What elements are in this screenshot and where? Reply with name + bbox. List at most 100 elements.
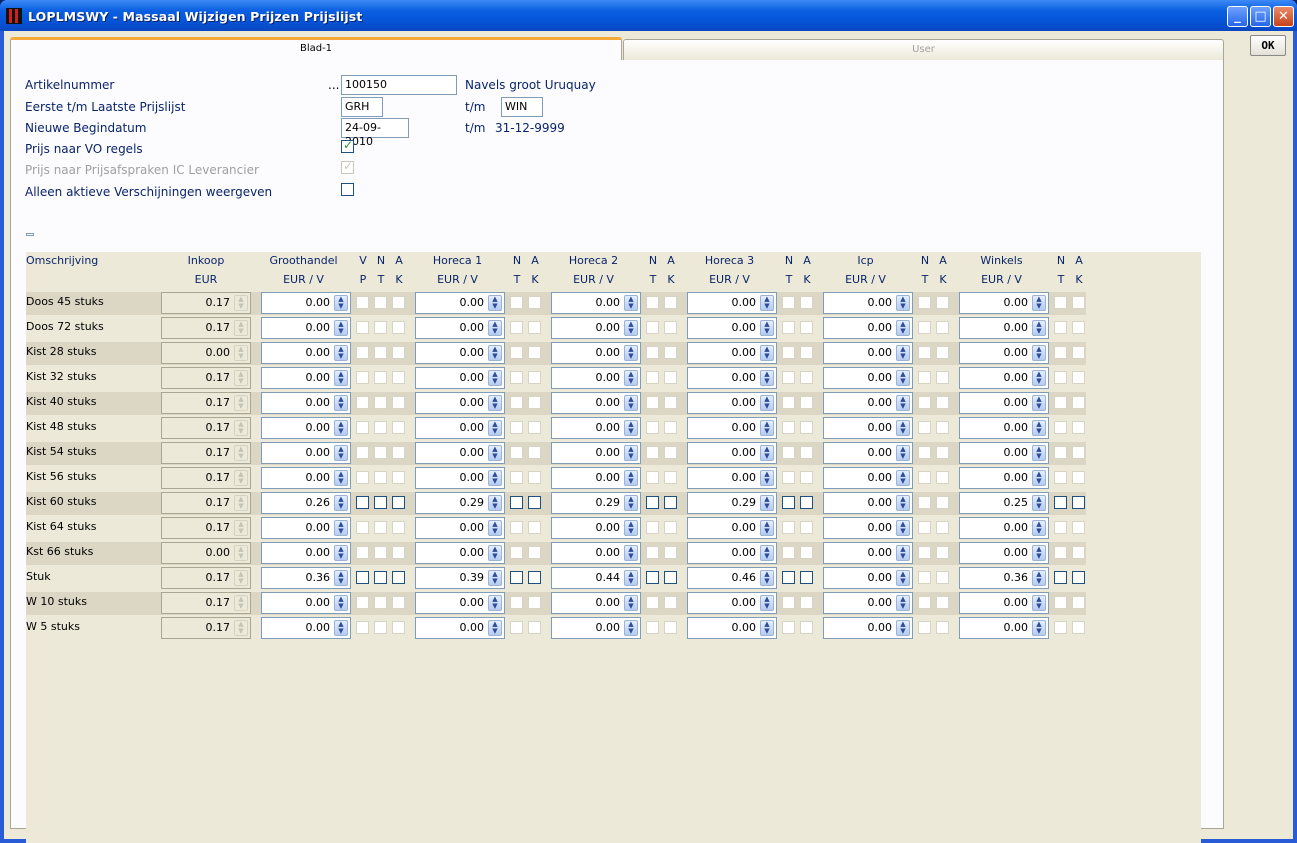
spin-arrows-icon[interactable]: ▲ ▼ xyxy=(896,345,910,361)
flag-checkbox[interactable] xyxy=(918,346,931,359)
flag-checkbox[interactable] xyxy=(510,446,523,459)
spin-arrows-icon[interactable]: ▲ ▼ xyxy=(1032,620,1046,636)
flag-checkbox[interactable] xyxy=(1072,321,1085,334)
price-field[interactable]: 0.00 ▲ ▼ xyxy=(959,592,1049,614)
price-field[interactable]: 0.00 ▲ ▼ xyxy=(687,342,777,364)
flag-checkbox[interactable] xyxy=(392,321,405,334)
spin-arrows-icon[interactable]: ▲ ▼ xyxy=(624,495,638,511)
flag-checkbox[interactable] xyxy=(646,546,659,559)
price-field[interactable]: 0.00 ▲ ▼ xyxy=(823,292,913,314)
flag-checkbox[interactable] xyxy=(1054,621,1067,634)
price-field[interactable]: 0.00 ▲ ▼ xyxy=(261,517,351,539)
flag-checkbox[interactable] xyxy=(392,471,405,484)
spin-arrows-icon[interactable]: ▲ ▼ xyxy=(1032,570,1046,586)
flag-checkbox[interactable] xyxy=(510,346,523,359)
spin-arrows-icon[interactable]: ▲ ▼ xyxy=(334,470,348,486)
flag-checkbox[interactable] xyxy=(800,421,813,434)
spin-arrows-icon[interactable]: ▲ ▼ xyxy=(624,620,638,636)
spin-arrows-icon[interactable]: ▲ ▼ xyxy=(624,345,638,361)
flag-checkbox[interactable] xyxy=(782,471,795,484)
flag-checkbox[interactable] xyxy=(1054,421,1067,434)
flag-checkbox[interactable] xyxy=(646,446,659,459)
spin-arrows-icon[interactable]: ▲ ▼ xyxy=(760,595,774,611)
flag-checkbox[interactable] xyxy=(664,421,677,434)
flag-checkbox[interactable] xyxy=(356,321,369,334)
flag-checkbox[interactable] xyxy=(1054,346,1067,359)
flag-checkbox[interactable] xyxy=(1072,296,1085,309)
flag-checkbox[interactable] xyxy=(800,496,813,509)
flag-checkbox[interactable] xyxy=(918,571,931,584)
flag-checkbox[interactable] xyxy=(936,571,949,584)
spin-arrows-icon[interactable]: ▲ ▼ xyxy=(488,370,502,386)
flag-checkbox[interactable] xyxy=(1072,346,1085,359)
flag-checkbox[interactable] xyxy=(528,596,541,609)
price-field[interactable]: 0.00 ▲ ▼ xyxy=(823,317,913,339)
flag-checkbox[interactable] xyxy=(510,471,523,484)
flag-checkbox[interactable] xyxy=(936,396,949,409)
price-field[interactable]: 0.00 ▲ ▼ xyxy=(959,467,1049,489)
flag-checkbox[interactable] xyxy=(1054,471,1067,484)
spin-arrows-icon[interactable]: ▲ ▼ xyxy=(334,620,348,636)
flag-checkbox[interactable] xyxy=(646,496,659,509)
flag-checkbox[interactable] xyxy=(374,421,387,434)
close-button[interactable]: ✕ xyxy=(1273,6,1294,27)
spin-arrows-icon[interactable]: ▲ ▼ xyxy=(488,570,502,586)
flag-checkbox[interactable] xyxy=(1072,546,1085,559)
minimize-button[interactable]: _ xyxy=(1227,6,1248,27)
flag-checkbox[interactable] xyxy=(510,396,523,409)
price-field[interactable]: 0.00 ▲ ▼ xyxy=(551,467,641,489)
flag-checkbox[interactable] xyxy=(374,396,387,409)
spin-arrows-icon[interactable]: ▲ ▼ xyxy=(624,295,638,311)
flag-checkbox[interactable] xyxy=(918,596,931,609)
flag-checkbox[interactable] xyxy=(1072,471,1085,484)
flag-checkbox[interactable] xyxy=(392,346,405,359)
flag-checkbox[interactable] xyxy=(356,346,369,359)
price-field[interactable]: 0.36 ▲ ▼ xyxy=(959,567,1049,589)
spin-arrows-icon[interactable]: ▲ ▼ xyxy=(488,420,502,436)
ok-button[interactable]: OK xyxy=(1250,35,1286,56)
flag-checkbox[interactable] xyxy=(782,521,795,534)
spin-arrows-icon[interactable]: ▲ ▼ xyxy=(334,370,348,386)
spin-arrows-icon[interactable]: ▲ ▼ xyxy=(896,320,910,336)
flag-checkbox[interactable] xyxy=(1072,621,1085,634)
spin-arrows-icon[interactable]: ▲ ▼ xyxy=(1032,320,1046,336)
price-field[interactable]: 0.29 ▲ ▼ xyxy=(551,492,641,514)
flag-checkbox[interactable] xyxy=(1072,521,1085,534)
flag-checkbox[interactable] xyxy=(1054,371,1067,384)
price-field[interactable]: 0.00 ▲ ▼ xyxy=(823,342,913,364)
spin-arrows-icon[interactable]: ▲ ▼ xyxy=(488,620,502,636)
spin-arrows-icon[interactable]: ▲ ▼ xyxy=(760,320,774,336)
flag-checkbox[interactable] xyxy=(392,421,405,434)
price-field[interactable]: 0.26 ▲ ▼ xyxy=(261,492,351,514)
flag-checkbox[interactable] xyxy=(356,396,369,409)
price-field[interactable]: 0.00 ▲ ▼ xyxy=(823,617,913,639)
price-field[interactable]: 0.00 ▲ ▼ xyxy=(959,317,1049,339)
spin-arrows-icon[interactable]: ▲ ▼ xyxy=(760,395,774,411)
flag-checkbox[interactable] xyxy=(782,571,795,584)
spin-arrows-icon[interactable]: ▲ ▼ xyxy=(896,570,910,586)
price-field[interactable]: 0.36 ▲ ▼ xyxy=(261,567,351,589)
tab-user[interactable]: User xyxy=(623,39,1224,60)
flag-checkbox[interactable] xyxy=(1054,571,1067,584)
spin-arrows-icon[interactable]: ▲ ▼ xyxy=(760,570,774,586)
price-field[interactable]: 0.00 ▲ ▼ xyxy=(551,392,641,414)
spin-arrows-icon[interactable]: ▲ ▼ xyxy=(488,595,502,611)
flag-checkbox[interactable] xyxy=(664,596,677,609)
flag-checkbox[interactable] xyxy=(356,296,369,309)
spin-arrows-icon[interactable]: ▲ ▼ xyxy=(896,545,910,561)
price-field[interactable]: 0.00 ▲ ▼ xyxy=(959,392,1049,414)
flag-checkbox[interactable] xyxy=(936,596,949,609)
spin-arrows-icon[interactable]: ▲ ▼ xyxy=(1032,520,1046,536)
spin-arrows-icon[interactable]: ▲ ▼ xyxy=(334,345,348,361)
spin-arrows-icon[interactable]: ▲ ▼ xyxy=(760,520,774,536)
flag-checkbox[interactable] xyxy=(356,421,369,434)
flag-checkbox[interactable] xyxy=(510,521,523,534)
flag-checkbox[interactable] xyxy=(936,521,949,534)
flag-checkbox[interactable] xyxy=(646,521,659,534)
spin-arrows-icon[interactable]: ▲ ▼ xyxy=(624,370,638,386)
flag-checkbox[interactable] xyxy=(392,621,405,634)
flag-checkbox[interactable] xyxy=(356,546,369,559)
spin-arrows-icon[interactable]: ▲ ▼ xyxy=(1032,370,1046,386)
spin-arrows-icon[interactable]: ▲ ▼ xyxy=(624,470,638,486)
flag-checkbox[interactable] xyxy=(1054,321,1067,334)
